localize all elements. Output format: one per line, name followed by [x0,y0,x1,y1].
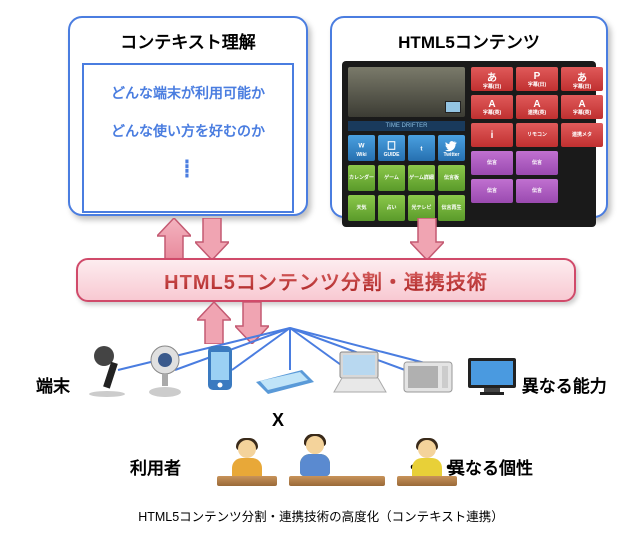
panel-right-column: あ字幕(日) P字幕(日) あ字幕(日) A字幕(英) A連携(英) A字幕(英… [471,67,603,221]
tile-pur-1: 伝言 [471,151,513,175]
purple-row-2: 伝言 伝言 [471,179,603,203]
video-thumbnail [348,67,465,117]
context-line-2: どんな使い方を好むのか [90,121,286,141]
video-label: TIME DRIFTER [348,121,465,131]
tile-red-9: 連携メタ [561,123,603,147]
svg-text:W: W [358,142,365,149]
context-understanding-box: コンテキスト理解 どんな端末が利用可能か どんな使い方を好むのか ┋ [68,16,308,216]
arrow-down-bottom [235,302,269,344]
blue-tile-row: WWiki GUIDE t Twitter [348,135,465,161]
tile-pur-4: 伝言 [516,179,558,203]
purple-row-1: 伝言 伝言 [471,151,603,175]
panel-left-column: TIME DRIFTER WWiki GUIDE t Twitter カレンダー… [348,67,465,221]
pink-bar-text: HTML5コンテンツ分割・連携技術 [164,266,488,295]
tile-calendar: カレンダー [348,165,375,191]
tablet-icon [252,348,318,398]
tile-red-8: リモコン [516,123,558,147]
tile-guide: GUIDE [378,135,405,161]
red-row-2: A字幕(英) A連携(英) A字幕(英) [471,95,603,119]
webcam-icon [142,342,188,398]
user-row [130,434,448,486]
tile-twitter: Twitter [438,135,465,161]
content-panel: TIME DRIFTER WWiki GUIDE t Twitter カレンダー… [342,61,596,227]
pink-tech-bar: HTML5コンテンツ分割・連携技術 [76,258,576,302]
red-row-1: あ字幕(日) P字幕(日) あ字幕(日) [471,67,603,91]
figure-caption: HTML5コンテンツ分割・連携技術の高度化（コンテキスト連携） [0,506,642,525]
tile-red-4: A字幕(英) [471,95,513,119]
appliance-icon [402,354,454,398]
tile-wiki: WWiki [348,135,375,161]
red-row-3: i リモコン 連携メタ [471,123,603,147]
smartphone-icon [200,342,240,398]
tile-message: 伝言板 [438,165,465,191]
arrow-down-left [195,218,229,260]
tile-fortune: 占い [378,195,405,221]
tile-red-2: P字幕(日) [516,67,558,91]
person-group [294,434,380,486]
device-label-left: 端末 [36,372,70,397]
microphone-icon [84,342,130,398]
person-1 [226,438,268,486]
tile-gamedetail: ゲーム詳細 [408,165,435,191]
tile-red-1: あ字幕(日) [471,67,513,91]
tile-pur-3: 伝言 [471,179,513,203]
html5-content-box: HTML5コンテンツ TIME DRIFTER WWiki GUIDE t Tw… [330,16,608,218]
html5-box-title: HTML5コンテンツ [332,28,606,53]
context-box-title: コンテキスト理解 [70,28,306,53]
x-marker: X [272,410,284,431]
arrow-down-right [410,218,444,260]
laptop-icon [330,348,390,398]
context-dots: ┋ [90,159,286,179]
green-row-1: カレンダー ゲーム ゲーム詳細 伝言板 [348,165,465,191]
user-label-right: 異なる個性 [448,454,533,479]
person-2 [406,438,448,486]
tile-game: ゲーム [378,165,405,191]
device-row [84,342,574,398]
context-inner-box: どんな端末が利用可能か どんな使い方を好むのか ┋ [82,63,294,213]
tile-red-5: A連携(英) [516,95,558,119]
arrow-up-bottom [197,302,231,344]
tile-red-7: i [471,123,513,147]
tile-weather: 天気 [348,195,375,221]
tv-icon [466,354,518,398]
tile-pur-2: 伝言 [516,151,558,175]
tile-t: t [408,135,435,161]
svg-text:t: t [420,145,423,152]
tile-red-6: A字幕(英) [561,95,603,119]
tile-red-3: あ字幕(日) [561,67,603,91]
green-row-2: 天気 占い 光テレビ 伝言再生 [348,195,465,221]
context-line-1: どんな端末が利用可能か [90,83,286,103]
arrow-up-left [157,218,191,260]
